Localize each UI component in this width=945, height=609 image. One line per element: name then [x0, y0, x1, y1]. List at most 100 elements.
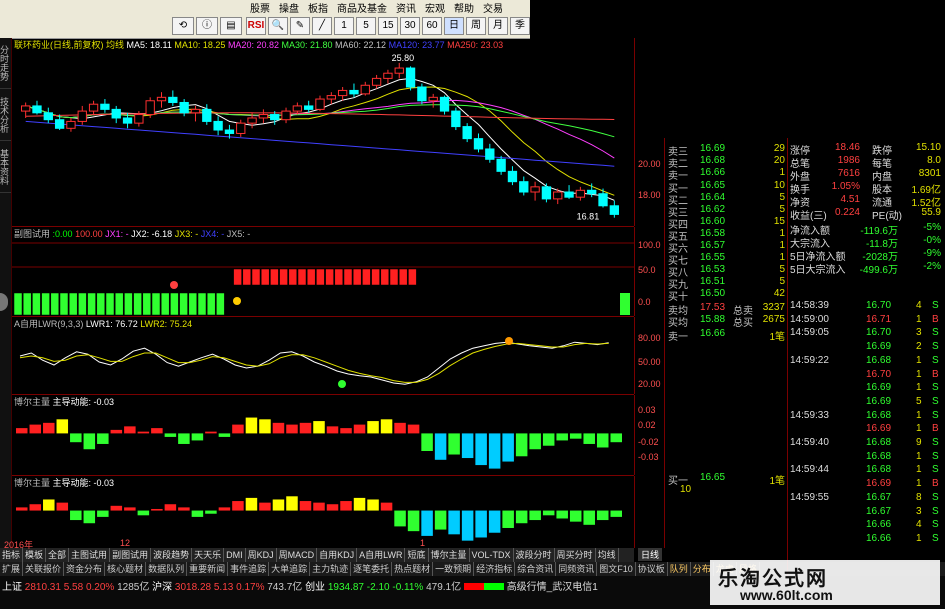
rsi-button[interactable]: RSI	[246, 17, 266, 35]
bid-row[interactable]: 买二 16.64 5	[665, 192, 787, 207]
indicator-tab-6[interactable]: 天天乐	[192, 548, 225, 562]
info-tab-11[interactable]: 一致预期	[433, 562, 475, 576]
sidebar-tab-tech[interactable]: 技术分析	[0, 90, 11, 141]
y-tick-label: 80.00	[638, 333, 661, 343]
indicator-tab-12[interactable]: 短底	[405, 548, 429, 562]
sub3-chart[interactable]	[12, 395, 634, 475]
bid1-detail-row[interactable]: 买一 16.65 1笔	[665, 472, 787, 487]
period-15-button[interactable]: 15	[378, 17, 398, 35]
period-label[interactable]: 日线	[638, 548, 663, 561]
indicator-tab-13[interactable]: 博尔主量	[429, 548, 470, 562]
line-icon[interactable]: ╱	[312, 17, 332, 35]
signal-bar-green	[13, 292, 23, 316]
indicator-tab-14[interactable]: VOL-TDX	[470, 548, 514, 562]
candlestick-chart[interactable]: 25.80 16.81	[12, 38, 634, 226]
info-tab-8[interactable]: 主力轨迹	[310, 562, 352, 576]
momentum-bar	[56, 502, 69, 511]
indicator-tab-4[interactable]: 副图试用	[110, 548, 152, 562]
menu-item-news[interactable]: 资讯	[396, 0, 416, 15]
momentum-bar	[326, 426, 339, 434]
period-day-button[interactable]: 日	[444, 17, 464, 35]
info-tab-16[interactable]: 协议板	[636, 562, 668, 576]
ask-row[interactable]: 卖一 16.66 1	[665, 167, 787, 182]
info-tab-13[interactable]: 综合资讯	[515, 562, 557, 576]
bid-row[interactable]: 买六 16.57 1	[665, 240, 787, 255]
info-tab-5[interactable]: 重要新闻	[187, 562, 229, 576]
info-tab-2[interactable]: 资金分布	[64, 562, 106, 576]
candle-body	[575, 189, 586, 198]
sh-pct: 0.20%	[85, 582, 115, 593]
info-tab-12[interactable]: 经济指标	[474, 562, 516, 576]
tick-row: 16.66 1 S	[866, 532, 939, 544]
indicator-tab-16[interactable]: 周买分时	[555, 548, 596, 562]
ask1-detail-row[interactable]: 卖一 16.66 1笔	[665, 328, 787, 343]
info-tab-4[interactable]: 数据队列	[146, 562, 188, 576]
sub4-chart[interactable]	[12, 476, 634, 548]
tick-row: 16.66 4 S	[866, 519, 939, 531]
indicator-tab-7[interactable]: DMI	[224, 548, 246, 562]
menu-item-fund[interactable]: 商品及基金	[337, 0, 387, 15]
momentum-bar	[259, 419, 271, 434]
indicator-tab-9[interactable]: 周MACD	[277, 548, 318, 562]
menu-item-index[interactable]: 板指	[308, 0, 328, 15]
period-week-button[interactable]: 周	[466, 17, 486, 35]
menu-item-help[interactable]: 帮助	[454, 0, 474, 15]
bid-row[interactable]: 买一 16.65 10	[665, 180, 787, 195]
indicator-tab-17[interactable]: 均线	[596, 548, 619, 562]
period-month-button[interactable]: 月	[488, 17, 508, 35]
menu-item-macro[interactable]: 宏观	[425, 0, 445, 15]
info-tab-0[interactable]: 扩展	[0, 562, 24, 576]
info-tab-6[interactable]: 事件追踪	[228, 562, 270, 576]
info-tab-9[interactable]: 逐笔委托	[351, 562, 393, 576]
indicator-tab-15[interactable]: 波段分时	[514, 548, 555, 562]
bid1-detail-sub: 10	[680, 484, 692, 495]
undo-icon[interactable]: ⟲	[172, 17, 194, 35]
collapse-handle[interactable]	[0, 293, 8, 311]
info-tab-14[interactable]: 同频资讯	[556, 562, 598, 576]
bid-row[interactable]: 买三 16.62 5	[665, 204, 787, 219]
bid-row[interactable]: 买五 16.58 1	[665, 228, 787, 243]
ask-row[interactable]: 卖三 16.69 29	[665, 143, 787, 158]
sh-change: 5.58	[63, 582, 84, 593]
momentum-bar	[232, 501, 244, 511]
index-quotes[interactable]: 上证 2810.31 5.58 0.20% 1285亿 沪深 3018.28 5…	[2, 578, 598, 593]
indicator-tab-8[interactable]: 周KDJ	[246, 548, 277, 562]
momentum-bar	[583, 510, 595, 525]
bid-row[interactable]: 买四 16.60 15	[665, 216, 787, 231]
chart-icon[interactable]: ▤	[220, 17, 242, 35]
period-season-button[interactable]: 季	[510, 17, 530, 35]
ask-row[interactable]: 卖二 16.68 20	[665, 155, 787, 170]
period-1-button[interactable]: 1	[334, 17, 354, 35]
indicator-tab-11[interactable]: A自用LWR	[357, 548, 406, 562]
bid-row[interactable]: 买九 16.51 5	[665, 276, 787, 291]
right-tab-0[interactable]: 队列	[668, 562, 691, 576]
sidebar-tab-fundamentals[interactable]: 基本资料	[0, 142, 11, 193]
draw-icon[interactable]: ✎	[290, 17, 310, 35]
indicator-tab-10[interactable]: 自用KDJ	[317, 548, 358, 562]
info-icon[interactable]: ⓘ	[196, 17, 218, 35]
indicator-tab-2[interactable]: 全部	[46, 548, 70, 562]
info-tab-3[interactable]: 核心题材	[105, 562, 147, 576]
bid-row[interactable]: 买十 16.50 42	[665, 288, 787, 303]
period-5-button[interactable]: 5	[356, 17, 376, 35]
menu-item-stock[interactable]: 股票	[250, 0, 270, 15]
sub2-chart[interactable]	[12, 317, 634, 394]
sidebar-tab-timeshare[interactable]: 分时走势	[0, 38, 11, 89]
server-label[interactable]: 高级行情_武汉电信1	[507, 582, 598, 593]
menu-item-trade[interactable]: 交易	[483, 0, 503, 15]
menu-item-trade-op[interactable]: 操盘	[279, 0, 299, 15]
info-tab-15[interactable]: 图文F10	[597, 562, 636, 576]
flow-row: 5日大宗流入 -499.6万 -2%	[790, 261, 941, 276]
info-tab-1[interactable]: 关联报价	[23, 562, 65, 576]
signal-bar-green	[32, 292, 41, 316]
indicator-tab-5[interactable]: 波段趋势	[151, 548, 193, 562]
info-tab-7[interactable]: 大单追踪	[269, 562, 311, 576]
bid-row[interactable]: 买八 16.53 5	[665, 264, 787, 279]
sub1-chart[interactable]	[12, 227, 634, 316]
zoom-icon[interactable]: 🔍	[268, 17, 288, 35]
info-tab-10[interactable]: 热点题材	[392, 562, 434, 576]
period-60-button[interactable]: 60	[422, 17, 442, 35]
indicator-tab-3[interactable]: 主图试用	[69, 548, 111, 562]
period-30-button[interactable]: 30	[400, 17, 420, 35]
bid-row[interactable]: 买七 16.55 1	[665, 252, 787, 267]
